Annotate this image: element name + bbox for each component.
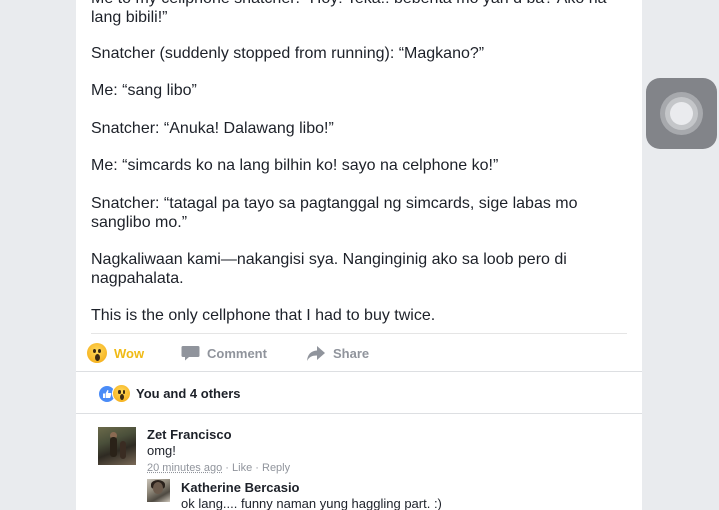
post-paragraph: This is the only cellphone that I had to… — [91, 307, 436, 324]
post-paragraph: Snatcher (suddenly stopped from running)… — [91, 45, 485, 62]
post-paragraph: Me: “sang libo” — [91, 82, 197, 99]
page: Me to my cellphone snatcher: “Hoy! Teka!… — [0, 0, 719, 510]
post-paragraph: Me: “simcards ko na lang bilhin ko! sayo… — [91, 157, 499, 174]
comment-meta: 20 minutes ago · Like · Reply — [147, 462, 291, 474]
avatar[interactable] — [98, 427, 136, 465]
reply-link[interactable]: Reply — [262, 462, 290, 474]
comment-label: Comment — [207, 345, 267, 361]
reactions-summary[interactable]: You and 4 others — [98, 384, 241, 403]
post-paragraph: Nagkaliwaan kami—nakangisi sya. Nangingi… — [91, 251, 572, 287]
reply-item: Katherine Bercasio ok lang.... funny nam… — [147, 479, 627, 510]
comment-icon — [181, 345, 200, 360]
share-label: Share — [333, 345, 370, 361]
comment-button[interactable]: Comment — [181, 339, 267, 367]
comment-author[interactable]: Zet Francisco — [147, 427, 232, 442]
wow-reaction-button[interactable]: Wow — [87, 339, 144, 367]
divider — [76, 371, 642, 372]
share-icon — [307, 345, 325, 361]
divider — [91, 333, 627, 334]
wow-icon — [87, 343, 107, 363]
like-link[interactable]: Like — [232, 462, 252, 474]
reaction-icons — [98, 384, 132, 403]
wow-label: Wow — [114, 345, 145, 361]
post-actions-bar: Wow Comment Share — [87, 339, 627, 367]
reactions-summary-text: You and 4 others — [136, 385, 241, 401]
reply-author[interactable]: Katherine Bercasio — [181, 480, 300, 495]
reply-text: ok lang.... funny naman yung haggling pa… — [181, 496, 442, 510]
comment-item: Zet Francisco omg! 20 minutes ago · Like… — [98, 427, 628, 477]
avatar[interactable] — [147, 479, 170, 502]
wow-icon — [112, 384, 131, 403]
divider — [76, 413, 642, 414]
share-button[interactable]: Share — [306, 339, 369, 367]
comment-timestamp[interactable]: 20 minutes ago — [147, 462, 222, 474]
post-card: Me to my cellphone snatcher: “Hoy! Teka!… — [76, 0, 642, 510]
post-paragraph: Snatcher: “tatagal pa tayo sa pagtanggal… — [91, 195, 582, 231]
post-paragraph: Me to my cellphone snatcher: “Hoy! Teka!… — [91, 0, 607, 26]
post-paragraph: Snatcher: “Anuka! Dalawang libo!” — [91, 120, 334, 137]
assistive-touch-button[interactable] — [646, 78, 717, 149]
comment-text: omg! — [147, 443, 176, 458]
